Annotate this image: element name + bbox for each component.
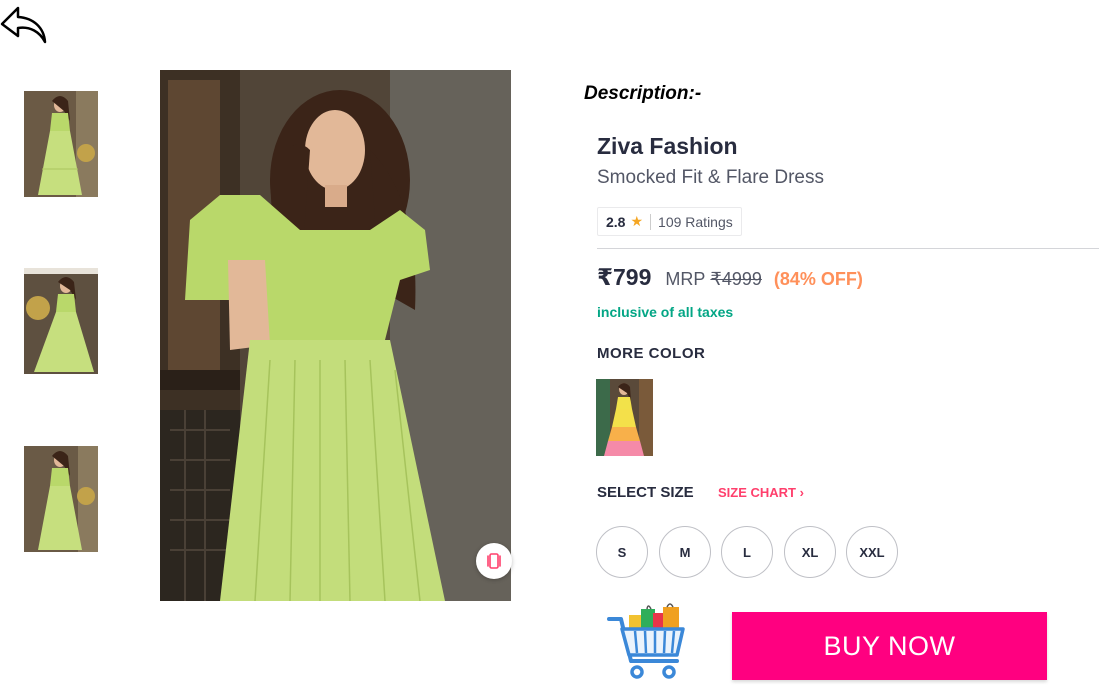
tax-note: inclusive of all taxes bbox=[597, 304, 734, 320]
thumbnail-2[interactable] bbox=[24, 268, 98, 374]
similar-products-button[interactable] bbox=[476, 543, 512, 579]
product-thumbnail-image bbox=[24, 91, 98, 197]
color-variant-image bbox=[596, 379, 653, 456]
size-option-s[interactable]: S bbox=[596, 526, 648, 578]
rating-separator bbox=[650, 213, 652, 230]
product-brand: Ziva Fashion bbox=[597, 133, 738, 159]
thumbnail-1[interactable] bbox=[24, 91, 98, 197]
similar-products-icon bbox=[487, 553, 501, 569]
back-button[interactable] bbox=[0, 4, 48, 44]
main-product-image bbox=[160, 70, 511, 601]
size-option-l[interactable]: L bbox=[721, 526, 773, 578]
ratings-count: 109 Ratings bbox=[658, 213, 733, 230]
mrp-label: MRP bbox=[665, 269, 706, 289]
size-option-xxl[interactable]: XXL bbox=[846, 526, 898, 578]
color-variant-thumbnail[interactable] bbox=[596, 379, 653, 456]
size-option-xl[interactable]: XL bbox=[784, 526, 836, 578]
select-size-title: SELECT SIZE bbox=[597, 484, 694, 501]
selling-price: ₹799 bbox=[597, 264, 652, 290]
rating-value: 2.8 bbox=[606, 213, 626, 230]
chevron-right-icon: › bbox=[799, 485, 804, 500]
price-row: ₹799 MRP ₹4999 (84% OFF) bbox=[597, 264, 863, 291]
shopping-cart-icon bbox=[607, 603, 685, 679]
size-chart-link[interactable]: SIZE CHART › bbox=[718, 485, 804, 500]
product-name: Smocked Fit & Flare Dress bbox=[597, 167, 824, 188]
product-thumbnail-image bbox=[24, 446, 98, 552]
product-thumbnail-image bbox=[24, 268, 98, 374]
mrp-value: ₹4999 bbox=[710, 269, 762, 289]
discount-badge: (84% OFF) bbox=[773, 269, 863, 289]
size-option-m[interactable]: M bbox=[659, 526, 711, 578]
back-arrow-icon bbox=[0, 6, 47, 44]
thumbnail-3[interactable] bbox=[24, 446, 98, 552]
size-chart-label: SIZE CHART bbox=[718, 485, 796, 500]
description-heading: Description:- bbox=[584, 83, 702, 104]
product-photo bbox=[160, 70, 511, 601]
star-icon: ★ bbox=[630, 213, 644, 229]
more-color-title: MORE COLOR bbox=[597, 345, 706, 362]
buy-now-button[interactable]: BUY NOW bbox=[732, 612, 1047, 680]
divider bbox=[597, 248, 1099, 249]
rating-badge[interactable]: 2.8 ★ 109 Ratings bbox=[597, 207, 742, 236]
add-to-cart-button[interactable] bbox=[607, 603, 687, 681]
